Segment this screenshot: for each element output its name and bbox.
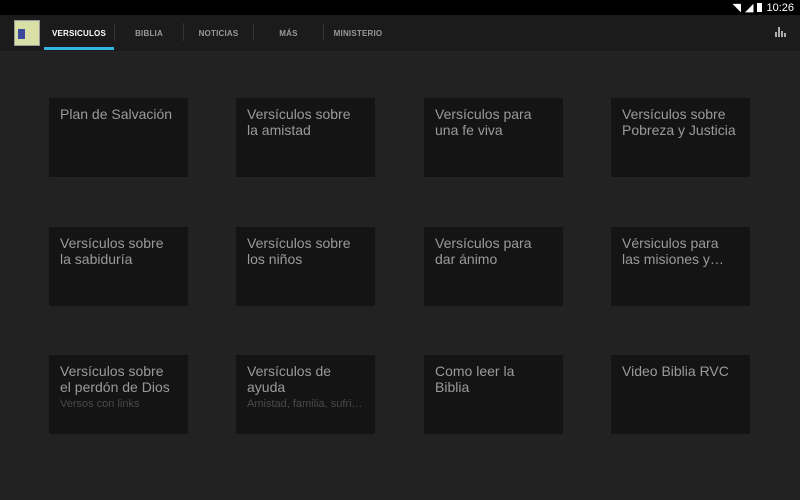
card-item[interactable]: Versículos para dar ánimo — [424, 227, 563, 306]
tab-ministerio[interactable]: MINISTERIO — [324, 15, 392, 51]
card-item[interactable]: Plan de Salvación — [49, 98, 188, 177]
card-title: Versículos sobre los niños — [247, 235, 351, 267]
tab-versiculos[interactable]: VERSICULOS — [44, 15, 114, 51]
card-title: Como leer la Biblia — [435, 363, 515, 395]
tab-mas[interactable]: MÁS — [254, 15, 323, 51]
card-title: Versículos de ayuda — [247, 363, 332, 395]
card-subtitle: Versos con links — [60, 398, 140, 410]
card-item[interactable]: Versículos sobre los niños — [236, 227, 375, 306]
card-item[interactable]: Versículos para una fe viva — [424, 98, 563, 177]
card-title: Versículos para dar ánimo — [435, 235, 532, 267]
card-item[interactable]: Versículos de ayuda Amistad, familia, suf… — [236, 355, 375, 434]
card-title: Versículos sobre la amistad — [247, 106, 351, 138]
card-item[interactable]: Video Biblia RVC — [611, 355, 750, 434]
app-logo[interactable] — [14, 20, 40, 46]
tab-biblia[interactable]: BIBLIA — [115, 15, 183, 51]
signal-icon: ◢ — [745, 2, 754, 14]
battery-icon — [757, 3, 763, 12]
card-title: Video Biblia RVC — [622, 363, 729, 379]
card-item[interactable]: Versículos sobre la sabiduría — [49, 227, 188, 306]
card-item[interactable]: Versículos sobre la amistad — [236, 98, 375, 177]
status-bar: ◥ ◢ 10:26 — [0, 0, 800, 15]
card-title: Versículos sobre el perdón de Dios — [60, 363, 170, 395]
card-title: Versículos sobre la sabiduría — [60, 235, 164, 267]
clock: 10:26 — [766, 1, 794, 14]
card-item[interactable]: Versículos sobre Pobreza y Justicia — [611, 98, 750, 177]
card-title: Plan de Salvación — [60, 106, 173, 122]
card-subtitle: Amistad, familia, sufri… — [247, 398, 363, 410]
action-bar: VERSICULOS BIBLIA NOTICIAS MÁS MINISTERI… — [0, 15, 800, 51]
card-title: Versículos para una fe viva — [435, 106, 532, 138]
tab-noticias[interactable]: NOTICIAS — [184, 15, 253, 51]
card-item[interactable]: Versículos sobre el perdón de Dios Versos… — [49, 355, 188, 434]
card-title: Vérsiculos para las misiones y… — [622, 235, 724, 267]
card-item[interactable]: Vérsiculos para las misiones y… — [611, 227, 750, 306]
card-item[interactable]: Como leer la Biblia — [424, 355, 563, 434]
card-title: Versículos sobre Pobreza y Justicia — [622, 106, 736, 138]
bar-chart-icon[interactable] — [775, 27, 786, 37]
wifi-icon: ◥ — [732, 2, 741, 14]
